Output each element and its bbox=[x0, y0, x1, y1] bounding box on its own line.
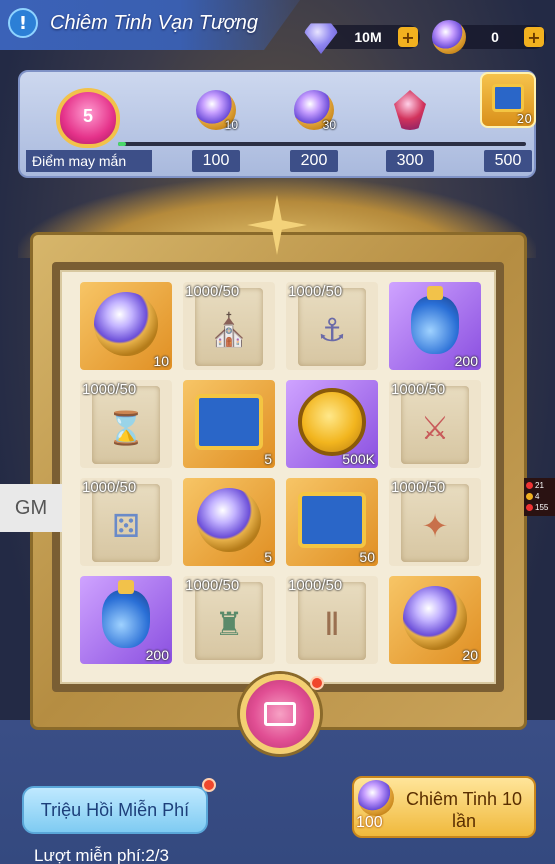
milestone-500: 500 bbox=[484, 150, 532, 172]
warning-icon bbox=[526, 493, 533, 500]
milestone-300: 300 bbox=[386, 150, 434, 172]
summon-book-button[interactable] bbox=[240, 674, 320, 754]
milestone-reward-100[interactable]: 10 bbox=[196, 90, 238, 132]
milestone-reward-200[interactable]: 30 bbox=[294, 90, 336, 132]
error-icon bbox=[526, 504, 533, 511]
reward-cell[interactable]: ✦ 1000/50 bbox=[389, 478, 481, 566]
luck-progress-track bbox=[118, 142, 526, 146]
clock-icon bbox=[526, 482, 533, 489]
reward-fragment-count: 1000/50 bbox=[185, 577, 240, 594]
reward-quantity: 50 bbox=[359, 549, 375, 565]
add-orb-button[interactable]: + bbox=[524, 27, 544, 47]
milestone-100: 100 bbox=[192, 150, 240, 172]
reward-cell[interactable]: ⌛ 1000/50 bbox=[80, 380, 172, 468]
pull-10-cost: 100 bbox=[356, 814, 383, 831]
reward-cell[interactable]: 200 bbox=[80, 576, 172, 664]
currency-diamond: 10M + bbox=[304, 23, 420, 54]
reward-cell[interactable]: 20 bbox=[389, 576, 481, 664]
star-orb-icon bbox=[197, 488, 261, 552]
reward-cell[interactable]: 5 bbox=[183, 380, 275, 468]
gm-button[interactable]: GM bbox=[0, 484, 62, 532]
debug-stats: 21 4 155 bbox=[524, 478, 555, 516]
free-summon-label: Triệu Hồi Miễn Phí bbox=[40, 799, 190, 820]
pull-10-label: Chiêm Tinh 10 lần bbox=[405, 789, 523, 831]
reward-count: 20 bbox=[516, 112, 532, 126]
reward-cell[interactable]: ♜ 1000/50 bbox=[183, 576, 275, 664]
add-diamond-button[interactable]: + bbox=[398, 27, 418, 47]
free-count: Lượt miễn phí:2/3 bbox=[34, 846, 169, 864]
book-icon bbox=[264, 702, 296, 726]
reward-cell[interactable]: 10 bbox=[80, 282, 172, 370]
chest-icon bbox=[492, 84, 524, 112]
chest-icon bbox=[195, 394, 263, 450]
milestone-reward-500[interactable]: 20 bbox=[480, 72, 536, 128]
title-bar: ! Chiêm Tinh Vạn Tượng bbox=[0, 0, 300, 50]
scroll-tower-icon: ⛪ bbox=[209, 311, 249, 349]
scroll-wings-icon: ✦ bbox=[421, 507, 449, 545]
star-orb-icon bbox=[403, 586, 467, 650]
potion-icon bbox=[411, 286, 459, 354]
scroll-dice-icon: ⚄ bbox=[112, 507, 140, 545]
reward-cell[interactable]: 5 bbox=[183, 478, 275, 566]
chest-icon bbox=[298, 492, 366, 548]
reward-count: 30 bbox=[322, 118, 336, 132]
reward-quantity: 500K bbox=[342, 451, 375, 467]
diamond-amount: 10M bbox=[354, 29, 382, 45]
gold-coin-icon bbox=[298, 388, 366, 456]
reward-grid: 10 ⛪ 1000/50 ⚓ 1000/50 200 ⌛ 1000/50 5 500K ⚔ 1000/… bbox=[80, 282, 481, 664]
reward-quantity: 200 bbox=[145, 647, 169, 663]
luck-label: Điểm may mắn bbox=[26, 150, 152, 172]
scroll-hourglass-icon: ⌛ bbox=[106, 409, 146, 447]
reward-cell[interactable]: ⚄ 1000/50 bbox=[80, 478, 172, 566]
reward-cell[interactable]: ⚔ 1000/50 bbox=[389, 380, 481, 468]
reward-cell[interactable]: ⛪ 1000/50 bbox=[183, 282, 275, 370]
star-orb-icon bbox=[358, 780, 394, 816]
scroll-pillar-icon: Ⅱ bbox=[324, 605, 340, 643]
reward-fragment-count: 1000/50 bbox=[391, 381, 446, 398]
page-title: Chiêm Tinh Vạn Tượng bbox=[50, 12, 259, 34]
reward-quantity: 200 bbox=[454, 353, 478, 369]
free-summon-button[interactable]: Triệu Hồi Miễn Phí bbox=[22, 786, 208, 834]
reward-quantity: 10 bbox=[153, 353, 169, 369]
notification-dot bbox=[202, 778, 216, 792]
reward-fragment-count: 1000/50 bbox=[185, 283, 240, 300]
reward-fragment-count: 1000/50 bbox=[391, 479, 446, 496]
stat-value: 4 bbox=[535, 492, 540, 501]
orb-amount: 0 bbox=[491, 29, 499, 45]
scroll-swords-icon: ⚔ bbox=[420, 409, 450, 447]
luck-level: 5 bbox=[82, 106, 93, 126]
scroll-anchor-icon: ⚓ bbox=[317, 311, 347, 349]
potion-icon bbox=[102, 580, 150, 648]
reward-fragment-count: 1000/50 bbox=[288, 283, 343, 300]
reward-cell[interactable]: 500K bbox=[286, 380, 378, 468]
reward-quantity: 5 bbox=[264, 451, 272, 467]
reward-cell[interactable]: 50 bbox=[286, 478, 378, 566]
currency-orb: 0 + bbox=[432, 20, 546, 54]
reward-quantity: 5 bbox=[264, 549, 272, 565]
star-orb-icon bbox=[432, 20, 466, 54]
reward-cell[interactable]: 200 bbox=[389, 282, 481, 370]
info-icon[interactable]: ! bbox=[8, 8, 38, 38]
milestone-200: 200 bbox=[290, 150, 338, 172]
reward-fragment-count: 1000/50 bbox=[82, 479, 137, 496]
reward-fragment-count: 1000/50 bbox=[288, 577, 343, 594]
reward-quantity: 20 bbox=[462, 647, 478, 663]
stat-value: 21 bbox=[535, 481, 544, 490]
reward-cell[interactable]: Ⅱ 1000/50 bbox=[286, 576, 378, 664]
reward-count: 10 bbox=[224, 118, 238, 132]
notification-dot bbox=[310, 676, 324, 690]
scroll-rook-icon: ♜ bbox=[214, 605, 244, 643]
reward-fragment-count: 1000/50 bbox=[82, 381, 137, 398]
reward-cell[interactable]: ⚓ 1000/50 bbox=[286, 282, 378, 370]
pull-10-button[interactable]: 100 Chiêm Tinh 10 lần bbox=[352, 776, 536, 838]
star-orb-icon bbox=[94, 292, 158, 356]
stat-value: 155 bbox=[535, 503, 549, 512]
